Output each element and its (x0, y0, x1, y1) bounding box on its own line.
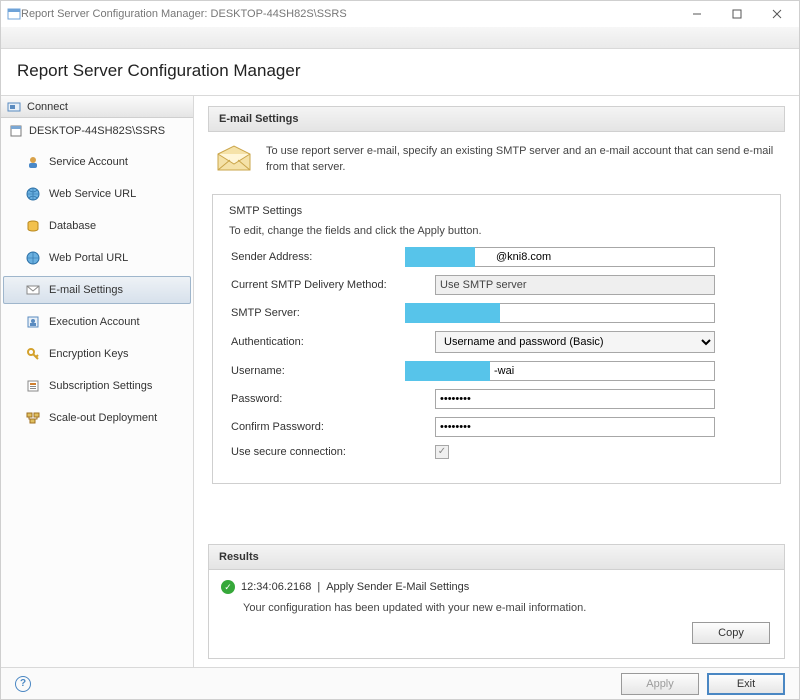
delivery-label: Current SMTP Delivery Method: (225, 279, 435, 291)
sidebar-item-label: Database (49, 220, 96, 232)
intro-row: To use report server e-mail, specify an … (208, 132, 785, 194)
row-auth: Authentication: Username and password (B… (225, 331, 768, 353)
confirm-label: Confirm Password: (225, 421, 435, 433)
titlebar: Report Server Configuration Manager: DES… (1, 1, 799, 27)
sidebar-item-execution-account[interactable]: Execution Account (3, 308, 191, 336)
exit-button[interactable]: Exit (707, 673, 785, 695)
result-message: Your configuration has been updated with… (221, 594, 772, 614)
sidebar-item-scale-out[interactable]: Scale-out Deployment (3, 404, 191, 432)
sidebar-item-encryption-keys[interactable]: Encryption Keys (3, 340, 191, 368)
username-label: Username: (225, 365, 435, 377)
smtp-fieldset: SMTP Settings To edit, change the fields… (212, 194, 781, 484)
subscription-icon (25, 378, 41, 394)
row-smtp: SMTP Server: (225, 303, 768, 323)
result-line: ✓ 12:34:06.2168 | Apply Sender E-Mail Se… (221, 580, 772, 594)
sidebar-item-label: Subscription Settings (49, 380, 152, 392)
secure-label: Use secure connection: (225, 446, 435, 458)
connect-label: Connect (27, 101, 68, 113)
user-icon (25, 154, 41, 170)
server-node[interactable]: DESKTOP-44SH82S\SSRS (1, 118, 193, 144)
results-title: Results (208, 544, 785, 570)
results-body: ✓ 12:34:06.2168 | Apply Sender E-Mail Se… (208, 570, 785, 659)
connect-icon (7, 100, 21, 114)
password-input[interactable] (435, 389, 715, 409)
row-confirm: Confirm Password: (225, 417, 768, 437)
result-sep: | (317, 581, 320, 593)
key-icon (25, 346, 41, 362)
sidebar-item-database[interactable]: Database (3, 212, 191, 240)
sidebar-item-web-portal-url[interactable]: Web Portal URL (3, 244, 191, 272)
page-header: Report Server Configuration Manager (1, 49, 799, 96)
sidebar-items: Service Account Web Service URL Database… (1, 144, 193, 436)
app-window: Report Server Configuration Manager: DES… (0, 0, 800, 700)
sender-label: Sender Address: (225, 251, 435, 263)
sender-input[interactable] (435, 247, 715, 267)
delivery-input (435, 275, 715, 295)
panel-title: E-mail Settings (208, 106, 785, 132)
close-button[interactable] (757, 2, 797, 26)
sidebar-item-label: Service Account (49, 156, 128, 168)
content-panel: E-mail Settings To use report server e-m… (194, 96, 799, 667)
server-label: DESKTOP-44SH82S\SSRS (29, 125, 165, 137)
confirm-input[interactable] (435, 417, 715, 437)
row-secure: Use secure connection: ✓ (225, 445, 768, 459)
help-icon[interactable]: ? (15, 676, 31, 692)
sidebar-item-service-account[interactable]: Service Account (3, 148, 191, 176)
globe-icon (25, 250, 41, 266)
apply-button[interactable]: Apply (621, 673, 699, 695)
minimize-button[interactable] (677, 2, 717, 26)
row-delivery: Current SMTP Delivery Method: (225, 275, 768, 295)
row-sender: Sender Address: (225, 247, 768, 267)
result-action: Apply Sender E-Mail Settings (326, 581, 469, 593)
sidebar-item-label: Scale-out Deployment (49, 412, 157, 424)
sidebar-item-label: Web Portal URL (49, 252, 128, 264)
secure-checkbox[interactable]: ✓ (435, 445, 449, 459)
result-timestamp: 12:34:06.2168 (241, 581, 311, 593)
sidebar-item-label: Web Service URL (49, 188, 136, 200)
fieldset-legend: SMTP Settings (225, 205, 306, 217)
sidebar-item-label: E-mail Settings (49, 284, 123, 296)
sidebar-item-subscription-settings[interactable]: Subscription Settings (3, 372, 191, 400)
page-title: Report Server Configuration Manager (17, 61, 783, 81)
copy-button[interactable]: Copy (692, 622, 770, 644)
toolbar-strip (1, 27, 799, 49)
window-controls (677, 2, 797, 26)
footer: ? Apply Exit (1, 667, 799, 699)
intro-text: To use report server e-mail, specify an … (266, 144, 777, 176)
main-row: Connect DESKTOP-44SH82S\SSRS Service Acc… (1, 96, 799, 667)
database-icon (25, 218, 41, 234)
sidebar-item-label: Encryption Keys (49, 348, 128, 360)
success-icon: ✓ (221, 580, 235, 594)
server-icon (9, 124, 23, 138)
sidebar: Connect DESKTOP-44SH82S\SSRS Service Acc… (1, 96, 194, 667)
redaction-block (405, 303, 500, 323)
auth-label: Authentication: (225, 336, 435, 348)
window-title: Report Server Configuration Manager: DES… (21, 8, 677, 20)
auth-select[interactable]: Username and password (Basic) (435, 331, 715, 353)
fieldset-help: To edit, change the fields and click the… (229, 225, 768, 237)
sidebar-item-label: Execution Account (49, 316, 140, 328)
sidebar-item-web-service-url[interactable]: Web Service URL (3, 180, 191, 208)
smtp-label: SMTP Server: (225, 307, 435, 319)
account-icon (25, 314, 41, 330)
password-label: Password: (225, 393, 435, 405)
row-username: Username: (225, 361, 768, 381)
mail-large-icon (216, 144, 252, 174)
connect-bar[interactable]: Connect (1, 96, 193, 118)
scale-out-icon (25, 410, 41, 426)
redaction-block (405, 247, 475, 267)
redaction-block (405, 361, 490, 381)
globe-icon (25, 186, 41, 202)
app-icon (7, 7, 21, 21)
sidebar-item-email-settings[interactable]: E-mail Settings (3, 276, 191, 304)
envelope-icon (25, 282, 41, 298)
maximize-button[interactable] (717, 2, 757, 26)
row-password: Password: (225, 389, 768, 409)
